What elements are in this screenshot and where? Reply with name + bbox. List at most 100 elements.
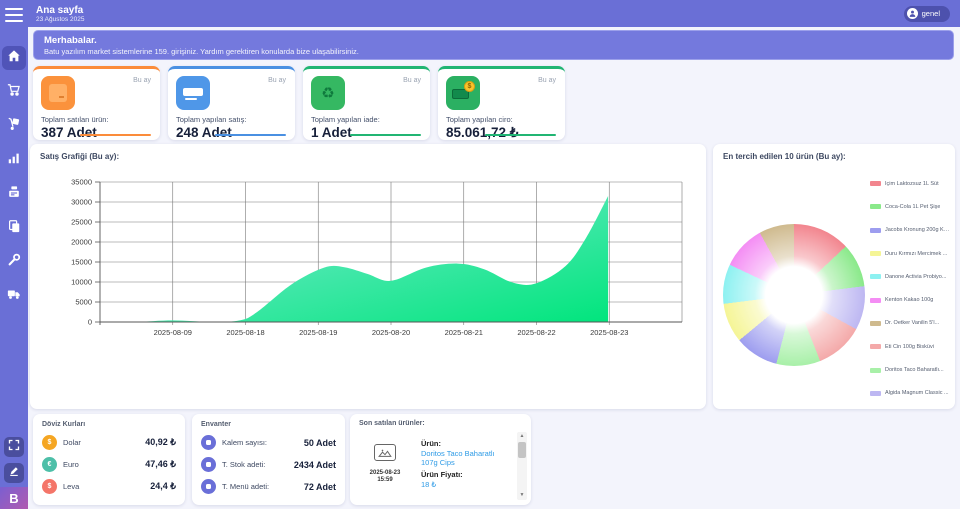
stat-label: Toplam yapılan iade:	[311, 115, 422, 124]
scroll-down-icon[interactable]: ▼	[517, 491, 527, 500]
sidebar-item-sales[interactable]	[2, 80, 26, 104]
legend-swatch	[870, 204, 881, 209]
stat-period: Bu ay	[133, 77, 151, 84]
product-link[interactable]: Doritos Taco Baharatlı 107g Cips	[421, 449, 513, 467]
header: Ana sayfa 23 Ağustos 2025 genel	[28, 0, 960, 27]
legend-swatch	[870, 251, 881, 256]
inventory-rows: Kalem sayısı:50 AdetT. Stok adeti:2434 A…	[201, 435, 336, 494]
sidebar-item-shipping[interactable]	[2, 284, 26, 308]
top-products-title: En tercih edilen 10 ürün (Bu ay):	[713, 144, 955, 161]
scrollbar[interactable]: ▲ ▼	[517, 432, 527, 500]
svg-text:10000: 10000	[71, 278, 92, 287]
product-label: Ürün:	[421, 439, 513, 448]
stat-period: Bu ay	[538, 77, 556, 84]
last-sold-card: Son satılan ürünler: 2025-08-23 15:59 Ür…	[350, 414, 531, 505]
legend-swatch	[870, 391, 881, 396]
last-sold-time: 15:59	[359, 477, 411, 484]
legend-swatch	[870, 274, 881, 279]
legend-swatch	[870, 228, 881, 233]
user-avatar-icon	[907, 8, 918, 19]
legend-label: İçim Laktozsuz 1L Süt	[885, 181, 939, 187]
sidebar-nav	[2, 46, 26, 308]
svg-text:30000: 30000	[71, 198, 92, 207]
currency-row-leva: $Leva24,4 ₺	[42, 479, 176, 494]
legend-label: Danone Activia Probiyo...	[885, 274, 946, 280]
currency-value: 24,4 ₺	[150, 481, 176, 492]
inventory-name: Kalem sayısı:	[222, 438, 267, 447]
svg-text:35000: 35000	[71, 178, 92, 187]
inventory-title: Envanter	[201, 421, 336, 428]
top-products-legend: İçim Laktozsuz 1L Süt Coca-Cola 1L Pet Şi…	[870, 172, 950, 405]
currency-row-euro: €Euro47,46 ₺	[42, 457, 176, 472]
inventory-value: 72 Adet	[304, 482, 336, 492]
user-menu-label: genel	[922, 9, 940, 18]
wrench-icon	[7, 253, 21, 272]
currency-name: Dolar	[63, 438, 81, 447]
inventory-row-1: Kalem sayısı: 50 Adet	[201, 435, 336, 450]
last-sold-title: Son satılan ürünler:	[359, 420, 522, 427]
inventory-dot-icon	[201, 457, 216, 472]
inventory-value: 2434 Adet	[294, 460, 336, 470]
currency-symbol-icon: $	[42, 435, 57, 450]
recycle-icon: ♻	[311, 76, 345, 110]
legend-label: Doritos Taco Baharatlı...	[885, 367, 944, 373]
svg-text:25000: 25000	[71, 218, 92, 227]
legend-item-2[interactable]: Coca-Cola 1L Pet Şişe	[870, 195, 950, 218]
last-sold-details: Ürün: Doritos Taco Baharatlı 107g Cips Ü…	[421, 434, 513, 499]
currency-value: 40,92 ₺	[145, 437, 176, 448]
legend-label: Jacobs Kronung 200g Ka...	[885, 227, 950, 233]
currency-symbol-icon: $	[42, 479, 57, 494]
stat-value: 387 Adet	[41, 125, 152, 140]
top-products-donut-chart	[723, 224, 865, 366]
legend-item-8[interactable]: Eti Cin 100g Bisküvi	[870, 335, 950, 358]
svg-text:2025-08-22: 2025-08-22	[517, 328, 555, 337]
inventory-dot-icon	[201, 435, 216, 450]
scroll-up-icon[interactable]: ▲	[517, 432, 527, 441]
edit-button[interactable]	[4, 463, 24, 483]
sidebar-item-tools[interactable]	[2, 250, 26, 274]
legend-item-9[interactable]: Doritos Taco Baharatlı...	[870, 358, 950, 381]
legend-item-1[interactable]: İçim Laktozsuz 1L Süt	[870, 172, 950, 195]
handtruck-icon	[7, 117, 21, 136]
svg-text:5000: 5000	[75, 298, 92, 307]
image-placeholder-icon	[374, 444, 396, 461]
currency-symbol-icon: €	[42, 457, 57, 472]
legend-item-7[interactable]: Dr. Oetker Vanilin 5'l...	[870, 312, 950, 335]
svg-text:2025-08-18: 2025-08-18	[226, 328, 264, 337]
money-icon: $	[446, 76, 480, 110]
inventory-dot-icon	[201, 479, 216, 494]
inventory-value: 50 Adet	[304, 438, 336, 448]
header-titles: Ana sayfa 23 Ağustos 2025	[36, 5, 84, 23]
legend-swatch	[870, 298, 881, 303]
legend-item-10[interactable]: Algida Magnum Classic ...	[870, 382, 950, 405]
cart-icon	[7, 83, 21, 102]
inventory-name: T. Menü adeti:	[222, 482, 269, 491]
stat-card-2: Bu ayToplam yapılan satış:248 Adet	[168, 66, 295, 140]
stat-accent-line	[80, 134, 151, 136]
truck-icon	[7, 287, 21, 306]
sidebar-item-documents[interactable]	[2, 216, 26, 240]
stat-card-3: ♻Bu ayToplam yapılan iade:1 Adet	[303, 66, 430, 140]
legend-item-6[interactable]: Kenton Kakao 100g	[870, 288, 950, 311]
user-menu-button[interactable]: genel	[904, 6, 950, 22]
legend-item-4[interactable]: Duru Kırmızı Mercimek ...	[870, 242, 950, 265]
currency-value: 47,46 ₺	[145, 459, 176, 470]
welcome-text: Batu yazılım market sistemlerine 159. gi…	[44, 47, 943, 56]
legend-item-5[interactable]: Danone Activia Probiyo...	[870, 265, 950, 288]
scrollbar-thumb[interactable]	[518, 442, 526, 458]
stat-value: 248 Adet	[176, 125, 287, 140]
legend-label: Kenton Kakao 100g	[885, 297, 933, 303]
stat-card-4: $Bu ayToplam yapılan ciro:85.061,72 ₺	[438, 66, 565, 140]
currency-title: Döviz Kurları	[42, 421, 176, 428]
sidebar-item-stock[interactable]	[2, 114, 26, 138]
menu-icon[interactable]	[5, 8, 23, 22]
stat-label: Toplam yapılan satış:	[176, 115, 287, 124]
fullscreen-button[interactable]	[4, 437, 24, 457]
sidebar-item-home[interactable]	[2, 46, 26, 70]
sidebar-item-register[interactable]	[2, 182, 26, 206]
svg-text:2025-08-19: 2025-08-19	[299, 328, 337, 337]
price-value[interactable]: 18 ₺	[421, 480, 513, 489]
sidebar-item-reports[interactable]	[2, 148, 26, 172]
legend-item-3[interactable]: Jacobs Kronung 200g Ka...	[870, 219, 950, 242]
stat-accent-line	[350, 134, 421, 136]
